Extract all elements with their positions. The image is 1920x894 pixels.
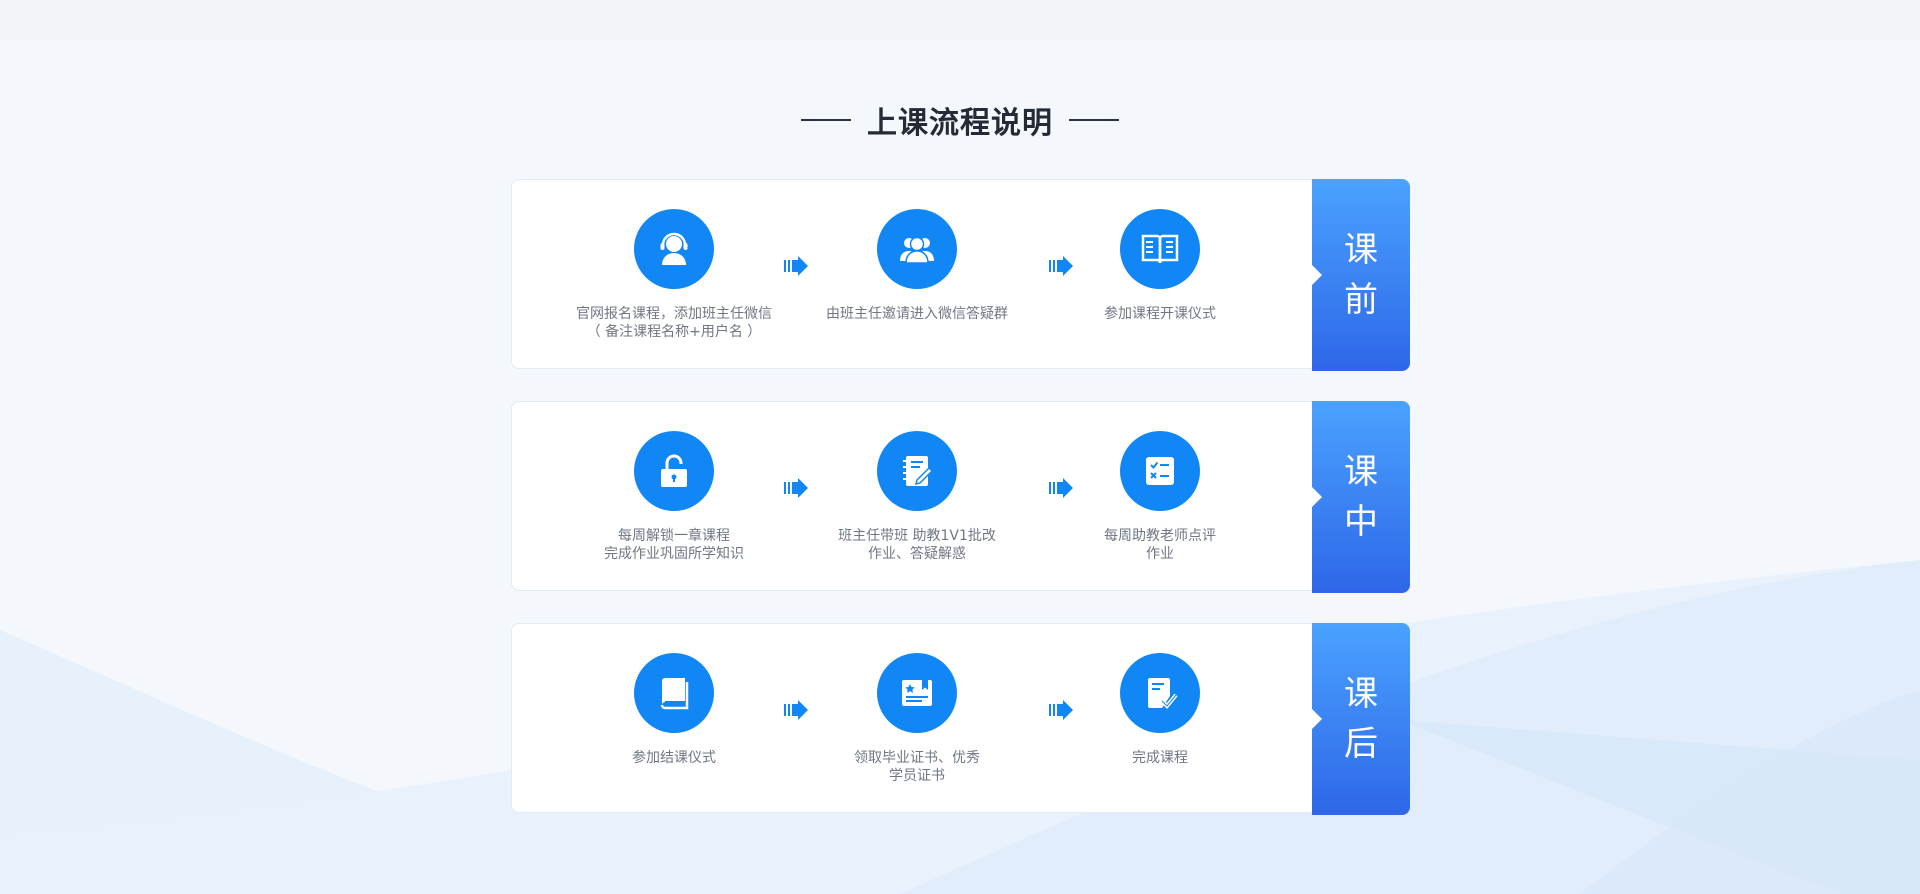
document-check-icon xyxy=(1148,678,1178,709)
arrow-right-icon xyxy=(784,256,808,276)
title-line-left xyxy=(801,119,851,121)
step-text: 参加课程开课仪式 xyxy=(1104,306,1216,322)
stage-label-before: 课 前 xyxy=(1312,179,1410,371)
certificate-icon xyxy=(902,679,932,706)
unlock-icon xyxy=(661,454,687,487)
step-icon-circle xyxy=(877,431,957,511)
stage-card-before-class: 官网报名课程，添加班主任微信 （ 备注课程名称+用户名 ） 由班主任邀请进入微信… xyxy=(511,179,1410,371)
step-complete-course[interactable]: 完成课程 xyxy=(1050,653,1270,767)
step-icon-circle xyxy=(634,653,714,733)
group-users-icon xyxy=(900,236,934,264)
step-icon-circle xyxy=(634,431,714,511)
step-icon-circle xyxy=(877,209,957,289)
arrow-right-icon xyxy=(784,700,808,720)
step-text: 参加结课仪式 xyxy=(632,750,716,766)
step-register[interactable]: 官网报名课程，添加班主任微信 （ 备注课程名称+用户名 ） xyxy=(564,209,784,341)
step-text: 领取毕业证书、优秀 学员证书 xyxy=(854,750,980,784)
step-text: 每周助教老师点评 作业 xyxy=(1104,528,1216,562)
step-icon-circle xyxy=(1120,209,1200,289)
arrow-right-icon xyxy=(784,478,808,498)
step-icon-circle xyxy=(1120,653,1200,733)
stage-label-during: 课 中 xyxy=(1312,401,1410,593)
stage-card-during-class: 每周解锁一章课程 完成作业巩固所学知识 班主任带班 助教1V1批改 作业、答疑解… xyxy=(511,401,1410,593)
step-text: 官网报名课程，添加班主任微信 （ 备注课程名称+用户名 ） xyxy=(576,306,772,340)
step-closing-ceremony[interactable]: 参加结课仪式 xyxy=(564,653,784,767)
stage-label-char: 后 xyxy=(1344,724,1378,764)
step-join-group[interactable]: 由班主任邀请进入微信答疑群 xyxy=(807,209,1027,323)
checklist-icon xyxy=(1146,457,1174,485)
section-title: 上课流程说明 xyxy=(0,98,1920,142)
notebook-pen-icon xyxy=(903,456,934,486)
step-tutor-grading[interactable]: 班主任带班 助教1V1批改 作业、答疑解惑 xyxy=(807,431,1027,563)
stage-label-after: 课 后 xyxy=(1312,623,1410,815)
step-weekly-unlock[interactable]: 每周解锁一章课程 完成作业巩固所学知识 xyxy=(564,431,784,563)
title-line-right xyxy=(1069,119,1119,121)
page-title: 上课流程说明 xyxy=(867,106,1053,141)
step-certificate[interactable]: 领取毕业证书、优秀 学员证书 xyxy=(807,653,1027,785)
open-book-icon xyxy=(1141,234,1179,264)
stage-label-char: 前 xyxy=(1344,280,1378,320)
stage-label-char: 课 xyxy=(1344,674,1378,714)
step-opening-ceremony[interactable]: 参加课程开课仪式 xyxy=(1050,209,1270,323)
book-icon xyxy=(660,678,689,710)
step-text: 每周解锁一章课程 完成作业巩固所学知识 xyxy=(604,528,744,562)
headset-support-icon xyxy=(660,232,688,265)
stage-label-char: 中 xyxy=(1344,502,1378,542)
step-text: 班主任带班 助教1V1批改 作业、答疑解惑 xyxy=(838,528,996,562)
stage-label-char: 课 xyxy=(1344,452,1378,492)
stage-label-char: 课 xyxy=(1344,230,1378,270)
stage-card-after-class: 参加结课仪式 领取毕业证书、优秀 学员证书 完成课程 课 后 xyxy=(511,623,1410,815)
step-icon-circle xyxy=(1120,431,1200,511)
step-text: 完成课程 xyxy=(1132,750,1188,766)
step-icon-circle xyxy=(634,209,714,289)
step-text: 由班主任邀请进入微信答疑群 xyxy=(826,306,1008,322)
step-icon-circle xyxy=(877,653,957,733)
step-weekly-review[interactable]: 每周助教老师点评 作业 xyxy=(1050,431,1270,563)
